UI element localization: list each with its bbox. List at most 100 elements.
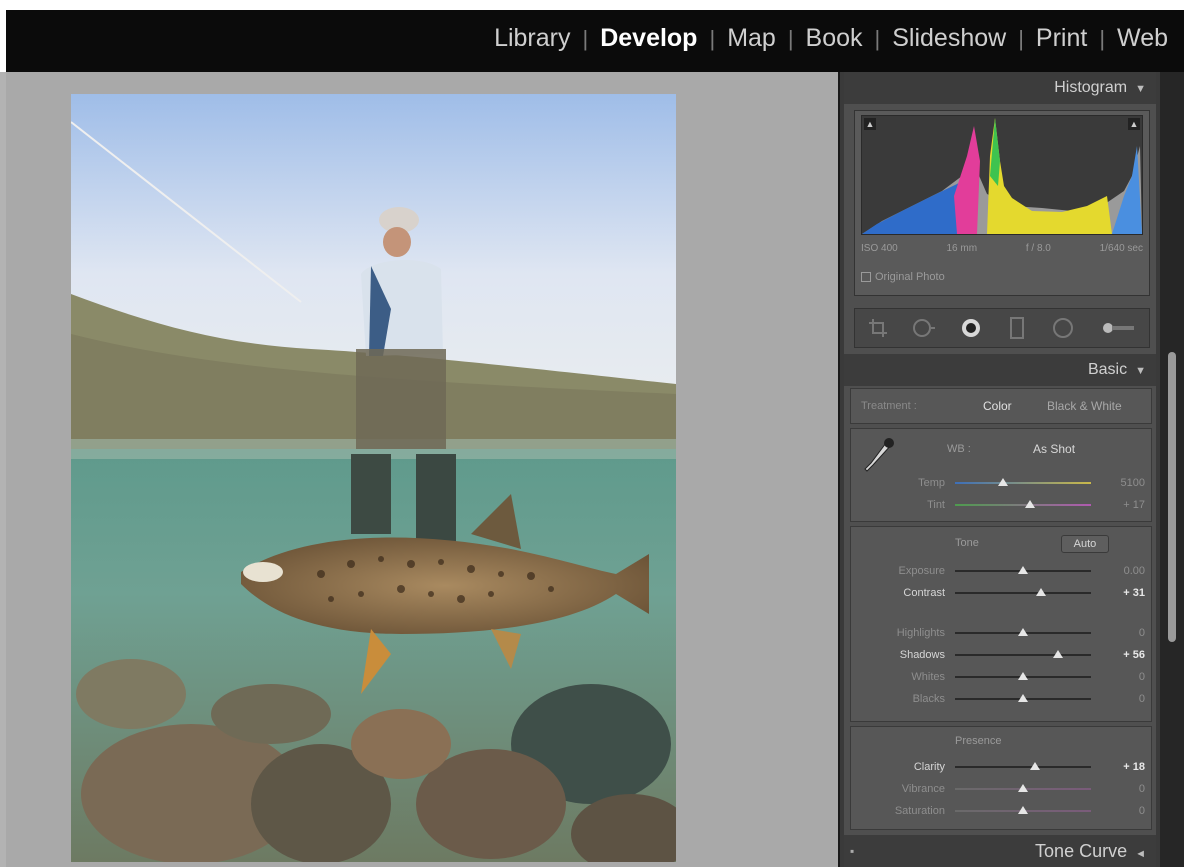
module-print[interactable]: Print: [1024, 24, 1099, 53]
highlights-thumb[interactable]: [1018, 628, 1028, 636]
clarity-track[interactable]: [955, 766, 1091, 768]
histogram-panel: ▲ ▲ ISO 400 16 mm f / 8.0 1/640 sec Orig…: [854, 110, 1150, 296]
presence-label: Presence: [955, 735, 1002, 747]
saturation-slider-row[interactable]: Saturation 0: [851, 801, 1153, 821]
panel-scrollbar[interactable]: [1168, 352, 1176, 642]
blacks-value[interactable]: 0: [1139, 693, 1145, 705]
histogram-title: Histogram: [1054, 79, 1128, 96]
auto-tone-button[interactable]: Auto: [1061, 535, 1109, 553]
temp-value[interactable]: 5100: [1121, 477, 1145, 489]
vibrance-thumb[interactable]: [1018, 784, 1028, 792]
temp-label: Temp: [918, 477, 945, 489]
original-photo-label: Original Photo: [875, 271, 945, 283]
lightroom-window: Library | Develop | Map | Book | Slidesh…: [0, 0, 1184, 867]
blacks-label: Blacks: [912, 693, 945, 705]
contrast-thumb[interactable]: [1035, 588, 1046, 596]
clarity-slider-row[interactable]: Clarity + 18: [851, 757, 1153, 777]
exif-aperture: f / 8.0: [1025, 243, 1051, 254]
spot-removal-icon[interactable]: [912, 316, 936, 340]
module-bar: Library | Develop | Map | Book | Slidesh…: [0, 0, 1184, 72]
radial-filter-icon[interactable]: [1051, 316, 1075, 340]
exposure-thumb[interactable]: [1018, 566, 1028, 574]
original-photo-checkbox[interactable]: Original Photo: [861, 271, 945, 283]
basic-header[interactable]: Basic ▼: [844, 354, 1156, 386]
exif-shutter: 1/640 sec: [1099, 243, 1143, 254]
shadows-slider-row[interactable]: Shadows + 56: [851, 645, 1153, 665]
histogram-header[interactable]: Histogram ▼: [844, 72, 1156, 104]
wb-value-dropdown[interactable]: As Shot: [1033, 442, 1075, 456]
histogram-curves: [862, 118, 1142, 234]
exposure-label: Exposure: [898, 565, 945, 577]
tone-curve-title: Tone Curve: [1035, 841, 1128, 861]
contrast-slider-row[interactable]: Contrast + 31: [851, 583, 1153, 603]
adjustment-brush-icon[interactable]: [1098, 316, 1138, 340]
temp-thumb[interactable]: [997, 478, 1008, 486]
basic-title: Basic: [1087, 361, 1128, 378]
tool-strip: [854, 308, 1150, 348]
graduated-filter-icon[interactable]: [1005, 316, 1029, 340]
whites-value[interactable]: 0: [1139, 671, 1145, 683]
tint-thumb[interactable]: [1024, 500, 1035, 508]
histogram-graph[interactable]: ▲ ▲: [861, 115, 1143, 235]
presence-group: Presence Clarity + 18 Vibrance 0 Saturat…: [850, 726, 1152, 830]
tint-label: Tint: [927, 499, 945, 511]
crop-overlay-icon[interactable]: [866, 316, 890, 340]
shadows-track[interactable]: [955, 654, 1091, 656]
module-web[interactable]: Web: [1105, 24, 1180, 53]
blacks-slider-row[interactable]: Blacks 0: [851, 689, 1153, 709]
exposure-slider-row[interactable]: Exposure 0.00: [851, 561, 1153, 581]
blacks-thumb[interactable]: [1018, 694, 1028, 702]
photo-canvas[interactable]: [6, 72, 838, 867]
checkbox-icon[interactable]: [861, 272, 871, 282]
photo-preview[interactable]: [71, 94, 676, 862]
red-eye-icon[interactable]: [959, 316, 983, 340]
clarity-thumb[interactable]: [1030, 762, 1041, 770]
module-slideshow[interactable]: Slideshow: [880, 24, 1018, 53]
highlight-clipping-icon[interactable]: ▲: [1128, 118, 1140, 130]
treatment-black-white[interactable]: Black & White: [1047, 399, 1122, 413]
underwater-trout-photo: [71, 94, 676, 862]
shadows-label: Shadows: [899, 649, 945, 661]
exif-focal-length: 16 mm: [946, 243, 978, 254]
temp-slider-row[interactable]: Temp 5100: [851, 473, 1153, 493]
collapse-triangle-icon: ▼: [1135, 83, 1146, 95]
collapse-triangle-icon: ▼: [1135, 365, 1146, 377]
clarity-label: Clarity: [913, 761, 945, 773]
module-book[interactable]: Book: [794, 24, 875, 53]
saturation-thumb[interactable]: [1018, 806, 1028, 814]
whites-thumb[interactable]: [1018, 672, 1028, 680]
tint-slider-row[interactable]: Tint + 17: [851, 495, 1153, 515]
tone-curve-header[interactable]: ▪ Tone Curve ◄: [844, 835, 1156, 867]
tint-track[interactable]: [955, 504, 1091, 506]
shadows-value[interactable]: + 56: [1123, 649, 1145, 661]
saturation-label: Saturation: [894, 805, 945, 817]
highlights-value[interactable]: 0: [1139, 627, 1145, 639]
saturation-value[interactable]: 0: [1139, 805, 1145, 817]
contrast-value[interactable]: + 31: [1123, 587, 1145, 599]
temp-track[interactable]: [955, 482, 1091, 484]
whites-slider-row[interactable]: Whites 0: [851, 667, 1153, 687]
contrast-track[interactable]: [955, 592, 1091, 594]
exposure-value[interactable]: 0.00: [1124, 565, 1145, 577]
highlights-label: Highlights: [896, 627, 945, 639]
shadow-clipping-icon[interactable]: ▲: [864, 118, 876, 130]
vibrance-slider-row[interactable]: Vibrance 0: [851, 779, 1153, 799]
white-balance-group: WB : As Shot Temp 5100 Tint + 17: [850, 428, 1152, 522]
module-picker: Library | Develop | Map | Book | Slidesh…: [482, 24, 1180, 53]
module-develop[interactable]: Develop: [588, 24, 709, 53]
tone-label: Tone: [955, 537, 979, 549]
treatment-color[interactable]: Color: [983, 399, 1012, 413]
module-library[interactable]: Library: [482, 24, 582, 53]
whites-label: Whites: [911, 671, 945, 683]
histogram-exif: ISO 400 16 mm f / 8.0 1/640 sec: [861, 243, 1143, 254]
contrast-label: Contrast: [903, 587, 945, 599]
shadows-thumb[interactable]: [1053, 650, 1064, 658]
vibrance-label: Vibrance: [901, 783, 945, 795]
clarity-value[interactable]: + 18: [1123, 761, 1145, 773]
highlights-slider-row[interactable]: Highlights 0: [851, 623, 1153, 643]
module-map[interactable]: Map: [715, 24, 788, 53]
panel-body: Histogram ▼ ▲ ▲ ISO 400 16 mm f / 8.0 1/…: [844, 72, 1156, 867]
vibrance-value[interactable]: 0: [1139, 783, 1145, 795]
wb-label: WB :: [947, 443, 971, 455]
tint-value[interactable]: + 17: [1123, 499, 1145, 511]
